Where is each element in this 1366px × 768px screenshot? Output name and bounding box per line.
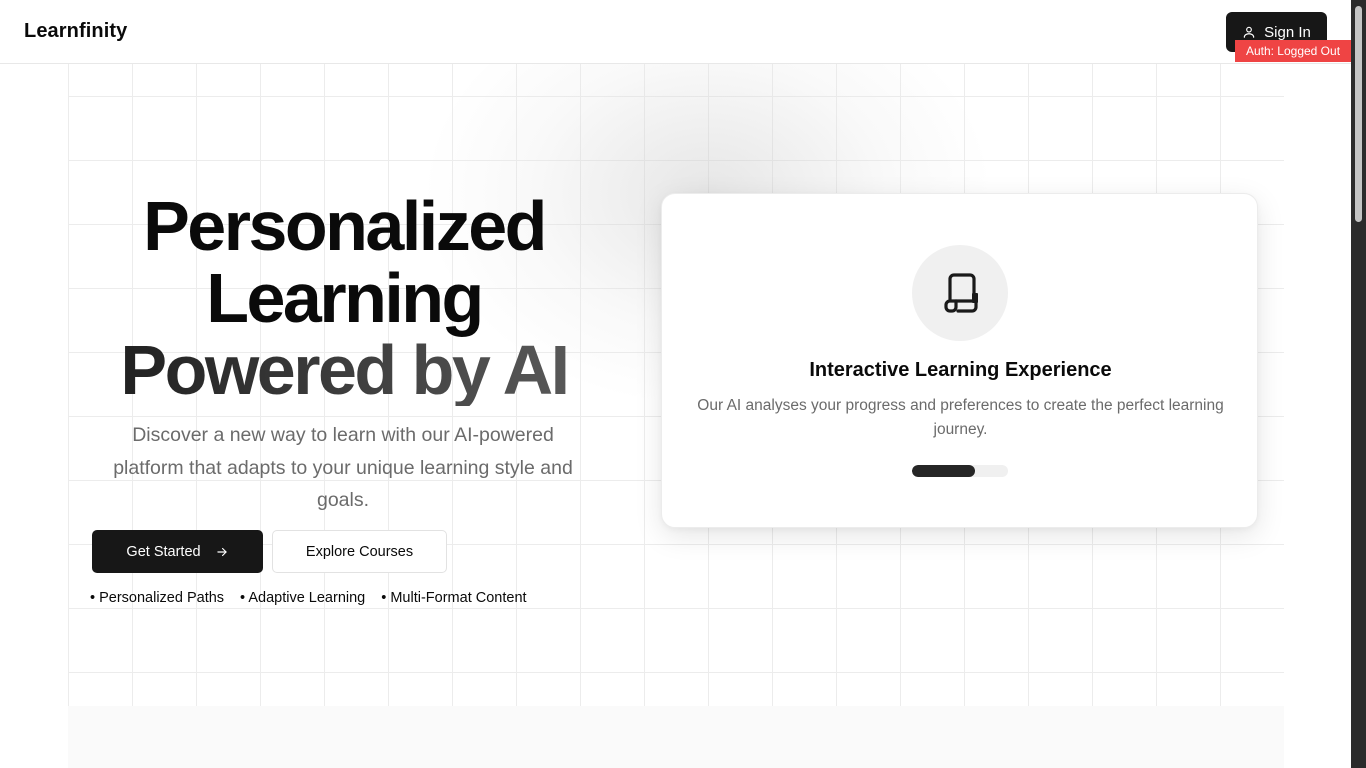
progress-fill <box>912 465 976 477</box>
get-started-label: Get Started <box>126 543 201 560</box>
explore-courses-button[interactable]: Explore Courses <box>272 530 447 573</box>
sign-in-label: Sign In <box>1264 23 1311 41</box>
feature-item: • Multi-Format Content <box>381 590 527 606</box>
next-section <box>68 706 1284 768</box>
logo[interactable]: Learnfinity <box>24 20 127 43</box>
card-icon-circle <box>912 245 1008 341</box>
get-started-button[interactable]: Get Started <box>92 530 263 573</box>
headline-line-3: Powered by AI <box>68 334 620 406</box>
headline-line-2: Learning <box>206 259 484 337</box>
card-description: Our AI analyses your progress and prefer… <box>697 397 1224 438</box>
feature-card: Interactive Learning Experience Our AI a… <box>661 193 1258 528</box>
feature-item: • Personalized Paths <box>90 590 225 606</box>
hero-subtext: Discover a new way to learn with our AI-… <box>113 424 573 511</box>
auth-status-badge: Auth: Logged Out <box>1235 40 1351 62</box>
user-icon <box>1243 26 1255 38</box>
feature-item: • Adaptive Learning <box>240 590 366 606</box>
scrollbar[interactable] <box>1351 0 1366 768</box>
feature-list: • Personalized Paths • Adaptive Learning… <box>90 590 527 606</box>
card-title: Interactive Learning Experience <box>809 359 1112 381</box>
arrow-right-icon <box>216 547 227 556</box>
scroll-icon <box>944 273 978 313</box>
progress-bar <box>912 465 1008 477</box>
scrollbar-thumb[interactable] <box>1355 6 1362 222</box>
landing-page: Learnfinity Sign In Auth: Logged Out Per… <box>0 0 1366 768</box>
headline-line-1: Personalized <box>143 187 547 265</box>
site-header: Learnfinity Sign In <box>0 0 1351 64</box>
hero-headline: Personalized Learning Powered by AI <box>68 190 620 406</box>
explore-courses-label: Explore Courses <box>305 543 414 560</box>
